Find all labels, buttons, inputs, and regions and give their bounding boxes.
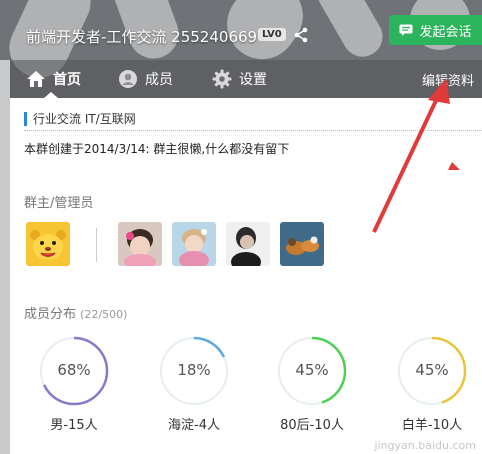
distribution-count: (22/500) (80, 308, 128, 321)
edit-profile-link[interactable]: 编辑资料 (422, 60, 474, 98)
distribution-ring: 45% (276, 335, 348, 407)
admin-avatar[interactable] (226, 222, 270, 266)
ring-label: 海淀-4人 (168, 418, 220, 433)
start-chat-button[interactable]: 发起会话 (389, 15, 482, 45)
nav-bar: 首页 成员 设置 编辑资料 (0, 60, 482, 98)
level-badge: LV0 (258, 28, 286, 41)
ring-percent: 68% (57, 361, 91, 379)
admins-title: 群主/管理员 (24, 196, 94, 211)
ring-percent: 45% (295, 361, 329, 379)
admin-avatar[interactable] (118, 222, 162, 266)
tab-home-label: 首页 (53, 72, 81, 88)
ring-label: 白羊-10人 (401, 418, 463, 433)
group-intro: 本群创建于2014/3/14: 群主很懒,什么都没有留下 (24, 142, 290, 156)
group-header: 前端开发者-工作交流 255240669 LV0 发起会话 (0, 0, 482, 60)
dotted-divider (24, 130, 482, 131)
left-strip (0, 60, 10, 454)
admins-list (26, 222, 482, 268)
group-title: 前端开发者-工作交流 255240669 (26, 28, 258, 46)
admin-avatar[interactable] (280, 222, 324, 266)
ring-percent: 18% (177, 361, 211, 379)
start-chat-label: 发起会话 (419, 24, 472, 40)
tab-members[interactable]: 成员 (118, 60, 173, 98)
tab-members-label: 成员 (145, 72, 173, 88)
category-marker (24, 111, 27, 126)
ring-label: 80后-10人 (280, 418, 344, 433)
group-category: 行业交流 IT/互联网 (24, 110, 136, 127)
distribution-title: 成员分布 (22/500) (24, 303, 127, 322)
admin-avatar[interactable] (172, 222, 216, 266)
ring-label: 男-15人 (50, 418, 98, 433)
user-icon (119, 70, 137, 88)
gear-icon (212, 69, 232, 89)
owner-avatar[interactable] (26, 222, 70, 266)
group-info-panel: 行业交流 IT/互联网 本群创建于2014/3/14: 群主很懒,什么都没有留下… (10, 98, 482, 454)
tab-settings-label: 设置 (239, 72, 267, 88)
watermark: jingyan.baidu.com (374, 439, 476, 452)
distribution-ring: 68% (38, 335, 110, 407)
ring-percent: 45% (415, 361, 449, 379)
home-icon (27, 71, 45, 87)
group-category-text: 行业交流 IT/互联网 (33, 112, 136, 126)
distribution-title-text: 成员分布 (24, 307, 77, 322)
chat-icon (399, 24, 413, 36)
admins-divider (96, 228, 97, 262)
tab-settings[interactable]: 设置 (212, 60, 267, 98)
distribution-ring: 45% (396, 335, 468, 407)
distribution-ring: 18% (158, 335, 230, 407)
share-icon[interactable] (294, 27, 308, 43)
